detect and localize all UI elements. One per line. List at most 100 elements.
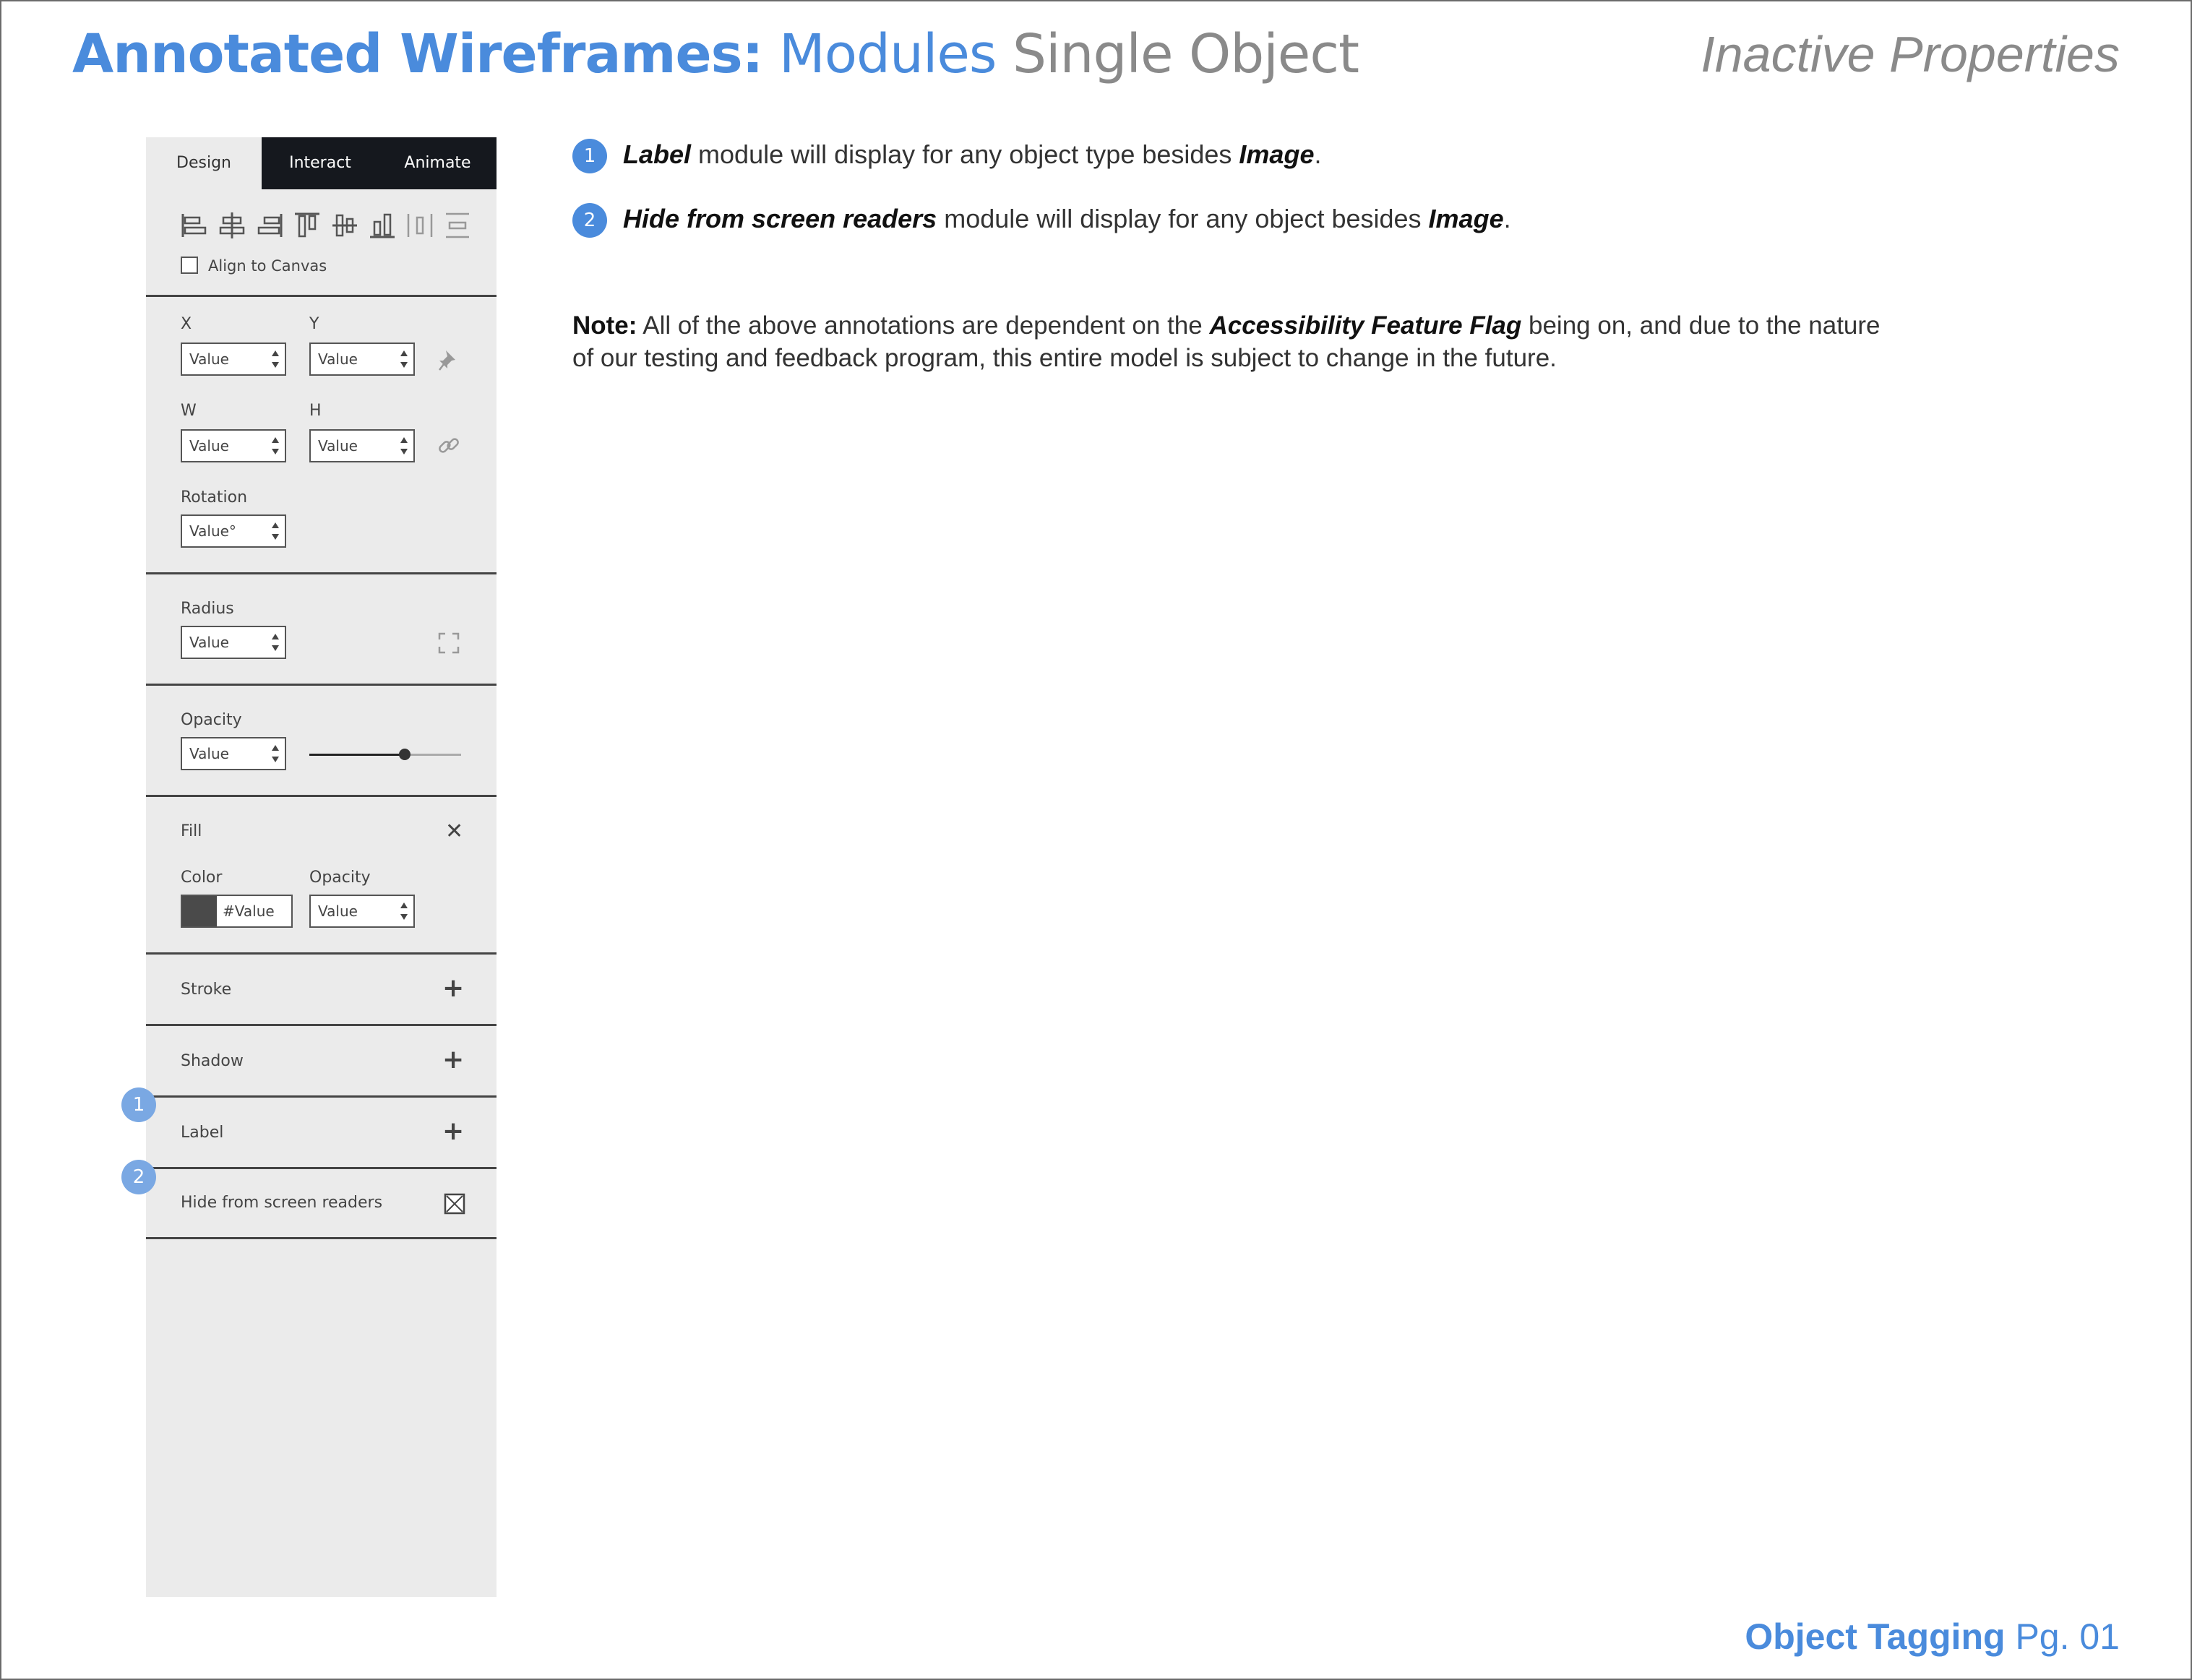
opacity-stepper-icon[interactable] bbox=[270, 741, 280, 766]
align-center-horizontal-icon[interactable] bbox=[217, 210, 247, 241]
stroke-label: Stroke bbox=[181, 981, 232, 999]
note-paragraph: Note: All of the above annotations are d… bbox=[572, 309, 1888, 374]
shadow-label: Shadow bbox=[181, 1052, 244, 1070]
section-divider bbox=[146, 1237, 497, 1239]
add-label-icon[interactable]: + bbox=[442, 1119, 464, 1145]
annotation-2-text: module will display for any object besid… bbox=[937, 204, 1429, 233]
fill-color-value: #Value bbox=[223, 903, 275, 920]
x-input[interactable]: Value bbox=[181, 343, 286, 376]
radius-input[interactable]: Value bbox=[181, 626, 286, 659]
opacity-slider-handle[interactable] bbox=[399, 749, 411, 760]
footer-page-number: Pg. 01 bbox=[2015, 1616, 2120, 1657]
annotation-1-end: . bbox=[1314, 139, 1322, 169]
section-divider bbox=[146, 295, 497, 297]
page-footer: Object Tagging Pg. 01 bbox=[1745, 1611, 2120, 1662]
rotation-value: Value° bbox=[189, 522, 236, 540]
tab-design[interactable]: Design bbox=[146, 137, 262, 189]
w-input[interactable]: Value bbox=[181, 429, 286, 462]
corners-icon[interactable] bbox=[438, 632, 460, 654]
w-stepper-icon[interactable] bbox=[270, 434, 280, 458]
y-label: Y bbox=[309, 315, 319, 333]
h-label: H bbox=[309, 402, 322, 420]
annotation-2-subject: Hide from screen readers bbox=[623, 204, 937, 233]
annotation-2-end: . bbox=[1503, 204, 1511, 233]
fill-opacity-value: Value bbox=[318, 903, 358, 920]
y-stepper-icon[interactable] bbox=[399, 347, 409, 371]
annotation-1-exception: Image bbox=[1239, 139, 1315, 169]
radius-stepper-icon[interactable] bbox=[270, 630, 280, 655]
radius-label: Radius bbox=[181, 600, 234, 618]
opacity-label: Opacity bbox=[181, 711, 242, 729]
w-label: W bbox=[181, 402, 197, 420]
add-shadow-icon[interactable]: + bbox=[442, 1047, 464, 1073]
pin-icon[interactable] bbox=[437, 348, 459, 373]
annotation-2: 2 Hide from screen readers module will di… bbox=[572, 203, 1511, 238]
opacity-value: Value bbox=[189, 745, 229, 762]
align-center-vertical-icon[interactable] bbox=[330, 210, 360, 241]
section-divider bbox=[146, 795, 497, 797]
align-bottom-icon[interactable] bbox=[367, 210, 397, 241]
state-label: Inactive Properties bbox=[1701, 26, 2120, 82]
fill-opacity-input[interactable]: Value bbox=[309, 895, 415, 928]
title-module: Modules bbox=[778, 23, 997, 85]
hide-screen-readers-label: Hide from screen readers bbox=[181, 1194, 383, 1212]
tab-animate[interactable]: Animate bbox=[379, 137, 497, 189]
page-title: Annotated Wireframes: Modules Single Obj… bbox=[72, 22, 1359, 87]
section-divider bbox=[146, 572, 497, 574]
fill-opacity-stepper-icon[interactable] bbox=[399, 899, 409, 923]
annotation-marker-1: 1 bbox=[121, 1087, 156, 1122]
title-bold: Annotated Wireframes: bbox=[72, 23, 763, 85]
h-input[interactable]: Value bbox=[309, 429, 415, 462]
opacity-input[interactable]: Value bbox=[181, 737, 286, 770]
section-divider bbox=[146, 1167, 497, 1169]
annotation-1: 1 Label module will display for any objec… bbox=[572, 139, 1322, 174]
section-divider bbox=[146, 952, 497, 955]
rotation-input[interactable]: Value° bbox=[181, 514, 286, 548]
align-to-canvas-label: Align to Canvas bbox=[208, 257, 327, 275]
annotation-marker-2: 2 bbox=[121, 1160, 156, 1194]
hide-screen-readers-checkbox-icon[interactable] bbox=[444, 1193, 465, 1215]
h-value: Value bbox=[318, 437, 358, 455]
note-lead: Note: bbox=[572, 311, 637, 340]
x-value: Value bbox=[189, 350, 229, 368]
section-divider bbox=[146, 1024, 497, 1026]
distribute-horizontal-icon[interactable] bbox=[405, 210, 435, 241]
color-swatch[interactable] bbox=[182, 896, 217, 926]
x-stepper-icon[interactable] bbox=[270, 347, 280, 371]
x-label: X bbox=[181, 315, 192, 333]
align-to-canvas-checkbox[interactable] bbox=[181, 257, 198, 274]
label-module-label: Label bbox=[181, 1124, 224, 1142]
annotation-2-exception: Image bbox=[1428, 204, 1504, 233]
add-stroke-icon[interactable]: + bbox=[442, 975, 464, 1001]
radius-value: Value bbox=[189, 634, 229, 651]
color-label: Color bbox=[181, 869, 223, 887]
rotation-stepper-icon[interactable] bbox=[270, 519, 280, 543]
opacity-slider-fill bbox=[309, 754, 405, 756]
rotation-label: Rotation bbox=[181, 488, 248, 507]
fill-color-input[interactable]: #Value bbox=[181, 895, 293, 928]
remove-fill-icon[interactable]: ✕ bbox=[445, 821, 463, 843]
title-subtitle: Single Object bbox=[1013, 23, 1359, 85]
link-icon[interactable] bbox=[437, 434, 461, 458]
annotation-number-1: 1 bbox=[572, 139, 607, 174]
section-divider bbox=[146, 1095, 497, 1098]
section-divider bbox=[146, 684, 497, 686]
y-value: Value bbox=[318, 350, 358, 368]
h-stepper-icon[interactable] bbox=[399, 434, 409, 458]
tab-interact[interactable]: Interact bbox=[262, 137, 379, 189]
note-text-1: All of the above annotations are depende… bbox=[637, 311, 1210, 340]
annotation-1-subject: Label bbox=[623, 139, 692, 169]
note-feature-flag: Accessibility Feature Flag bbox=[1209, 311, 1522, 340]
align-toolbar bbox=[179, 210, 473, 241]
footer-section: Object Tagging bbox=[1745, 1616, 2006, 1657]
align-top-icon[interactable] bbox=[292, 210, 322, 241]
properties-panel: Design Interact Animate Align to Canvas bbox=[146, 137, 497, 1597]
y-input[interactable]: Value bbox=[309, 343, 415, 376]
distribute-vertical-icon[interactable] bbox=[442, 210, 473, 241]
annotation-number-2: 2 bbox=[572, 203, 607, 238]
annotation-1-text: module will display for any object type … bbox=[691, 139, 1239, 169]
align-right-icon[interactable] bbox=[254, 210, 285, 241]
fill-label: Fill bbox=[181, 822, 202, 840]
align-left-icon[interactable] bbox=[179, 210, 210, 241]
panel-tabs: Design Interact Animate bbox=[146, 137, 497, 189]
